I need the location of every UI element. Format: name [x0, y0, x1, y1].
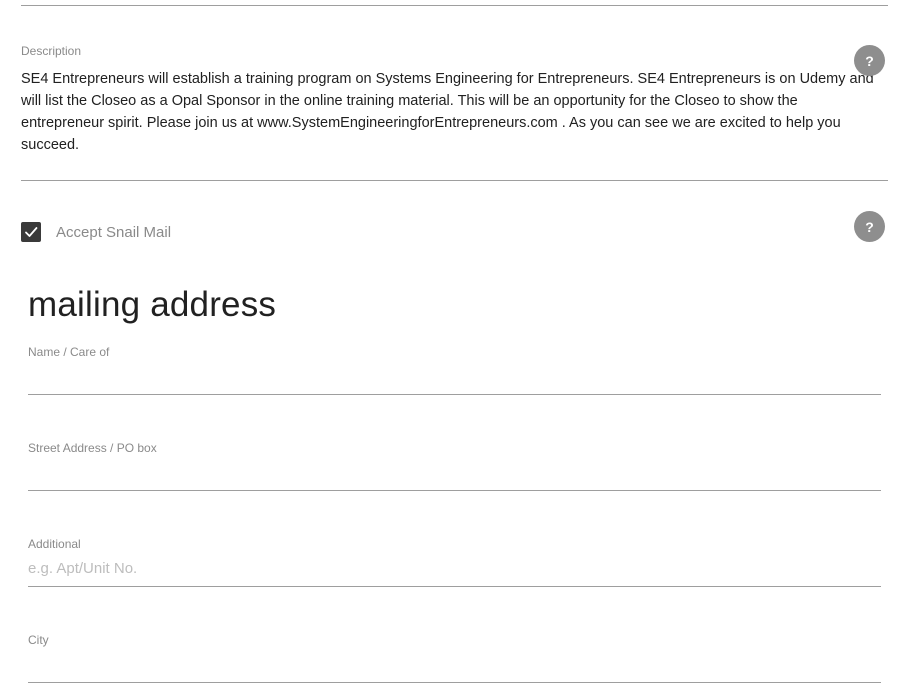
section-divider	[21, 180, 888, 181]
additional-input[interactable]	[28, 551, 881, 587]
city-input[interactable]	[28, 647, 881, 683]
description-help-icon[interactable]: ?	[854, 45, 885, 76]
additional-label: Additional	[28, 537, 81, 551]
mailing-address-title: mailing address	[28, 285, 277, 324]
name-care-of-input[interactable]	[28, 359, 881, 395]
street-address-label: Street Address / PO box	[28, 441, 157, 455]
top-divider	[21, 5, 888, 6]
city-field: City	[28, 633, 881, 683]
donation-form-page: Description SE4 Entrepreneurs will estab…	[0, 0, 910, 698]
description-text: SE4 Entrepreneurs will establish a train…	[21, 71, 874, 153]
checkmark-icon	[25, 227, 38, 237]
accept-snail-mail-label[interactable]: Accept Snail Mail	[56, 224, 171, 241]
description-label: Description	[21, 44, 82, 58]
street-address-field: Street Address / PO box	[28, 441, 881, 491]
accept-snail-mail-checkbox[interactable]	[21, 222, 41, 242]
name-care-of-field: Name / Care of	[28, 345, 881, 395]
city-label: City	[28, 633, 49, 647]
additional-field: Additional	[28, 537, 881, 587]
name-care-of-label: Name / Care of	[28, 345, 110, 359]
snail-mail-help-icon[interactable]: ?	[854, 211, 885, 242]
street-address-input[interactable]	[28, 455, 881, 491]
